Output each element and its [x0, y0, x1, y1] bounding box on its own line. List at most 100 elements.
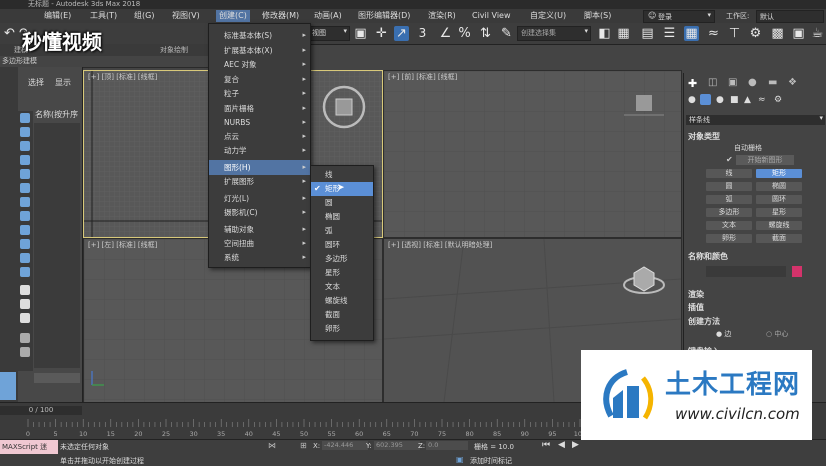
submenu-item-egg[interactable]: 卵形 — [311, 322, 373, 336]
submenu-item-star[interactable]: 星形 — [311, 266, 373, 280]
angle-snap-icon[interactable]: ∠ — [438, 26, 453, 41]
shape-button-helix[interactable]: 螺旋线 — [756, 221, 802, 230]
filter-xrefs-icon[interactable] — [20, 211, 30, 221]
helpers-icon[interactable]: ▲ — [744, 95, 751, 105]
viewport-perspective-label[interactable]: [+] [透视] [标准] [默认明暗处理] — [388, 240, 492, 250]
create-tab-icon[interactable]: ✚ — [688, 77, 697, 90]
systems-icon[interactable]: ⚙ — [774, 95, 782, 105]
filter-funnel-icon[interactable] — [20, 347, 30, 357]
filter-frozen-icon[interactable] — [20, 253, 30, 263]
menu-group[interactable]: 组(G) — [134, 10, 154, 22]
menu-item-nurbs[interactable]: NURBS ▸ — [209, 115, 310, 130]
radio-edge[interactable]: ● 边 — [716, 329, 731, 339]
submenu-item-ellipse[interactable]: 椭圆 — [311, 210, 373, 224]
shape-button-text[interactable]: 文本 — [706, 221, 752, 230]
menu-item-cameras[interactable]: 摄影机(C) ▸ — [209, 205, 310, 220]
go-to-start-icon[interactable]: ⏮ — [542, 440, 550, 450]
filter-groups-icon[interactable] — [20, 197, 30, 207]
filter-lights-icon[interactable] — [20, 141, 30, 151]
submenu-item-line[interactable]: 线 — [311, 168, 373, 182]
menu-item-patch-grids[interactable]: 面片栅格 ▸ — [209, 101, 310, 116]
viewport-left-label[interactable]: [+] [左] [标准] [线框] — [88, 240, 157, 250]
auto-grid-label[interactable]: 自动栅格 — [734, 143, 762, 153]
viewport-front-label[interactable]: [+] [前] [标准] [线框] — [388, 72, 457, 82]
y-coordinate-field[interactable]: 602.395 — [374, 441, 420, 450]
shape-button-line[interactable]: 线 — [706, 169, 752, 178]
menu-item-shapes[interactable]: 图形(H) ▸ — [209, 160, 310, 175]
shapes-icon[interactable] — [700, 94, 711, 105]
start-new-shape-button[interactable]: 开始新图形 — [736, 155, 794, 165]
horizontal-scrollbar[interactable] — [34, 373, 80, 383]
menu-item-compound[interactable]: 复合 ▸ — [209, 72, 310, 87]
play-icon[interactable]: ▶ — [572, 440, 579, 450]
menu-graph-editors[interactable]: 图形编辑器(D) — [358, 10, 410, 22]
viewcube-icon[interactable] — [320, 83, 368, 131]
time-tag-icon[interactable]: ▣ — [456, 455, 464, 464]
named-selection-icon[interactable]: ✎ — [499, 26, 514, 41]
filter-bones-icon[interactable] — [20, 225, 30, 235]
geometry-icon[interactable]: ● — [688, 95, 696, 105]
filter-spacewarps-icon[interactable] — [20, 183, 30, 193]
display-tab-icon[interactable]: ▬ — [768, 77, 777, 88]
find-icon[interactable] — [20, 333, 30, 343]
submenu-item-rectangle[interactable]: ✔ 矩形 ➤ — [311, 182, 373, 196]
menu-modifiers[interactable]: 修改器(M) — [262, 10, 299, 22]
toggle-ribbon-icon[interactable]: ☰ — [662, 26, 677, 41]
motion-tab-icon[interactable]: ● — [748, 77, 757, 88]
viewcube-perspective-icon[interactable] — [620, 255, 668, 299]
name-color-title[interactable]: 名称和颜色 — [688, 251, 728, 262]
space-warps-icon[interactable]: ≈ — [758, 95, 766, 105]
tab-display[interactable]: 显示 — [55, 77, 71, 88]
scene-object-list[interactable] — [34, 123, 80, 368]
menu-item-aec-objects[interactable]: AEC 对象 ▸ — [209, 57, 310, 72]
shape-button-egg[interactable]: 卵形 — [706, 234, 752, 243]
display-all-icon[interactable] — [20, 285, 30, 295]
menu-item-helpers[interactable]: 辅助对象 ▸ — [209, 222, 310, 237]
mirror-icon[interactable]: ◧ — [597, 26, 612, 41]
menu-item-particles[interactable]: 粒子 ▸ — [209, 86, 310, 101]
align-icon[interactable]: ▦ — [616, 26, 631, 41]
viewport-front[interactable]: [+] [前] [标准] [线框] — [383, 70, 682, 238]
lights-icon[interactable]: ● — [716, 95, 724, 105]
menu-item-space-warps[interactable]: 空间扭曲 ▸ — [209, 236, 310, 251]
undo-icon[interactable]: ↶ — [2, 26, 17, 41]
menu-item-lights[interactable]: 灯光(L) ▸ — [209, 191, 310, 206]
snap-toggle-icon[interactable]: 3 — [415, 26, 430, 41]
schematic-view-icon[interactable]: ⊤ — [727, 26, 742, 41]
maxscript-listener[interactable]: MAXScript 迷 — [0, 440, 58, 454]
login-dropdown[interactable]: ☺ 登录 ▾ — [643, 10, 715, 23]
menu-scripting[interactable]: 脚本(S) — [584, 10, 611, 22]
curve-editor-icon[interactable]: ≈ — [706, 26, 721, 41]
x-coordinate-field[interactable]: -424.446 — [322, 441, 368, 450]
filter-helpers-icon[interactable] — [20, 169, 30, 179]
modify-tab-icon[interactable]: ◫ — [708, 77, 717, 88]
layer-explorer-icon[interactable]: ▤ — [640, 26, 655, 41]
shape-button-ellipse[interactable]: 椭圆 — [756, 182, 802, 191]
name-column-header[interactable]: 名称(按升序 — [35, 109, 78, 120]
shape-button-arc[interactable]: 弧 — [706, 195, 752, 204]
object-name-input[interactable] — [706, 266, 786, 277]
select-manipulate-icon[interactable]: ↗ — [394, 26, 409, 41]
shape-button-donut[interactable]: 圆环 — [756, 195, 802, 204]
time-slider[interactable]: 0 / 100 — [0, 406, 82, 415]
menu-item-systems[interactable]: 系统 ▸ — [209, 250, 310, 265]
render-setup-icon[interactable]: ▩ — [770, 26, 785, 41]
z-coordinate-field[interactable]: 0.0 — [426, 441, 468, 450]
shape-button-star[interactable]: 星形 — [756, 208, 802, 217]
lock-selection-icon[interactable]: ⋈ — [268, 441, 276, 450]
rendering-rollout[interactable]: 渲染 — [688, 289, 704, 300]
menu-item-standard-primitives[interactable]: 标准基本体(S) ▸ — [209, 28, 310, 43]
previous-frame-icon[interactable]: ◀ — [558, 440, 565, 450]
named-selection-set-input[interactable]: 创建选择集 ▾ — [517, 26, 591, 41]
shape-button-rectangle[interactable]: 矩形 — [756, 169, 802, 178]
percent-snap-icon[interactable]: % — [457, 26, 472, 41]
object-color-swatch[interactable] — [792, 266, 802, 277]
shape-button-circle[interactable]: 圆 — [706, 182, 752, 191]
shape-button-ngon[interactable]: 多边形 — [706, 208, 752, 217]
reference-coordinate-dropdown[interactable]: 视图 ▾ — [308, 26, 350, 41]
spinner-snap-icon[interactable]: ⇅ — [478, 26, 493, 41]
menu-item-extended-primitives[interactable]: 扩展基本体(X) ▸ — [209, 43, 310, 58]
material-editor-icon[interactable]: ⚙ — [748, 26, 763, 41]
rendered-frame-icon[interactable]: ▣ — [791, 26, 806, 41]
scene-explorer-icon[interactable]: ▦ — [684, 26, 699, 41]
